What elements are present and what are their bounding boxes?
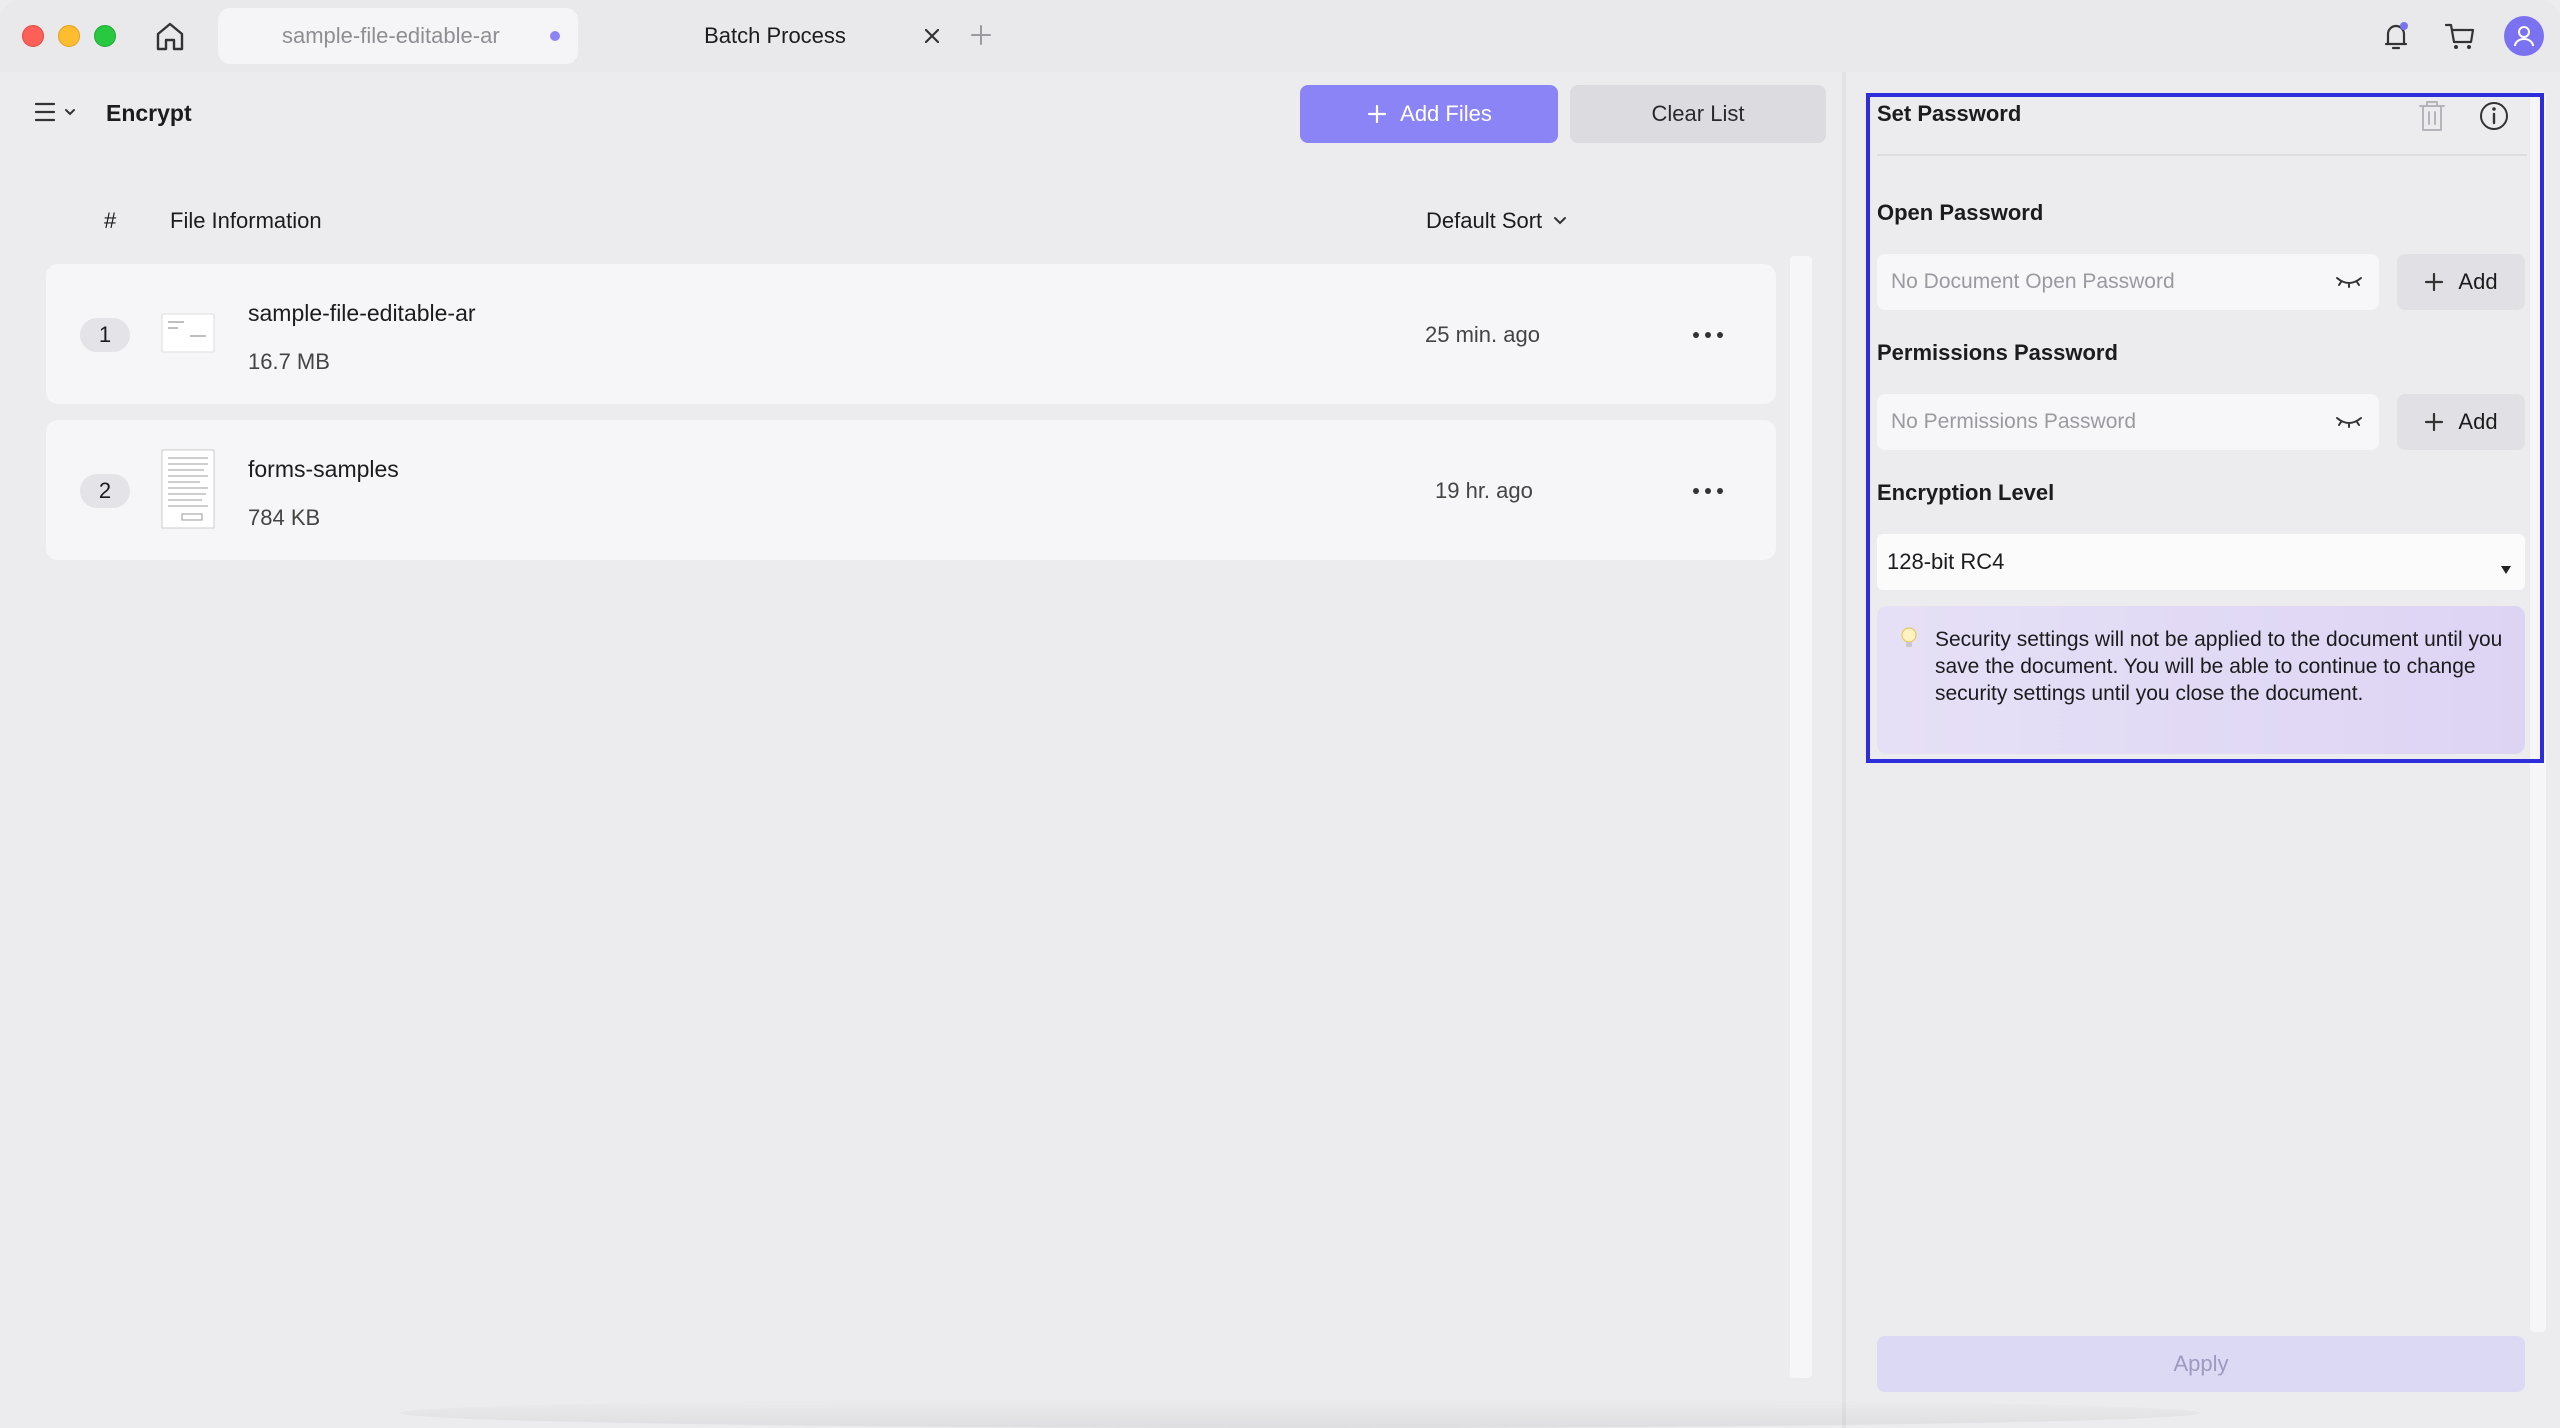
- row-number: 1: [80, 318, 130, 352]
- file-time: 25 min. ago: [1425, 322, 1540, 347]
- eye-closed-icon[interactable]: [2333, 412, 2365, 432]
- user-avatar-icon[interactable]: [2504, 16, 2544, 56]
- tab-label: Batch Process: [704, 23, 846, 48]
- file-size: 784 KB: [248, 505, 321, 530]
- sort-label: Default Sort: [1426, 208, 1543, 233]
- add-label: Add: [2458, 409, 2498, 434]
- open-password-label: Open Password: [1877, 200, 2044, 225]
- permissions-password-placeholder: No Permissions Password: [1891, 410, 2137, 433]
- apply-label: Apply: [2173, 1351, 2229, 1376]
- file-thumbnail: [160, 448, 216, 530]
- maximize-window-button[interactable]: [94, 25, 116, 47]
- column-header-number: #: [104, 208, 117, 233]
- close-window-button[interactable]: [22, 25, 44, 47]
- security-notice: Security settings will not be applied to…: [1877, 606, 2525, 754]
- home-icon[interactable]: [150, 16, 190, 56]
- encryption-level-value: 128-bit RC4: [1887, 549, 2005, 574]
- clear-list-label: Clear List: [1651, 101, 1745, 126]
- tab-batch-process[interactable]: Batch Process: [590, 8, 960, 64]
- add-files-button[interactable]: Add Files: [1300, 85, 1558, 143]
- open-password-placeholder: No Document Open Password: [1891, 270, 2175, 293]
- close-tab-icon[interactable]: [918, 22, 946, 50]
- minimize-window-button[interactable]: [58, 25, 80, 47]
- permissions-password-field[interactable]: No Permissions Password: [1877, 394, 2379, 450]
- file-time: 19 hr. ago: [1435, 478, 1533, 503]
- column-header-file-information: File Information: [170, 208, 322, 233]
- file-row[interactable]: 2 forms-samples 784 KB 19 hr. ago: [46, 420, 1776, 560]
- plus-icon: [2425, 272, 2444, 292]
- unsaved-dot-icon: [550, 31, 560, 41]
- set-password-title: Set Password: [1877, 101, 2022, 126]
- eye-closed-icon[interactable]: [2333, 272, 2365, 292]
- file-thumbnail: [160, 292, 216, 374]
- open-password-field[interactable]: No Document Open Password: [1877, 254, 2379, 310]
- notification-bell-icon[interactable]: [2376, 16, 2416, 56]
- file-name: forms-samples: [248, 456, 399, 482]
- more-options-icon[interactable]: [1686, 476, 1730, 506]
- file-list-scrollbar[interactable]: [1790, 256, 1812, 1378]
- plus-icon: [1368, 104, 1387, 124]
- lightbulb-icon: [1899, 626, 1919, 652]
- encryption-level-select[interactable]: 128-bit RC4: [1877, 534, 2525, 590]
- file-size: 16.7 MB: [248, 349, 330, 374]
- divider: [1877, 154, 2527, 156]
- sort-dropdown[interactable]: Default Sort: [1426, 208, 1568, 234]
- add-files-label: Add Files: [1400, 101, 1492, 126]
- info-icon[interactable]: [2476, 98, 2512, 134]
- title-bar: sample-file-editable-ar Batch Process: [0, 0, 2560, 72]
- add-permissions-password-button[interactable]: Add: [2397, 394, 2525, 450]
- dropdown-arrow-icon: [2499, 556, 2513, 574]
- chevron-down-icon: [1554, 217, 1567, 225]
- file-name: sample-file-editable-ar: [248, 300, 476, 326]
- menu-toggle-button[interactable]: [34, 98, 84, 130]
- file-row[interactable]: 1 sample-file-editable-ar 16.7 MB 25 min…: [46, 264, 1776, 404]
- panel-divider: [1842, 72, 1846, 1428]
- add-label: Add: [2458, 269, 2498, 294]
- more-options-icon[interactable]: [1686, 320, 1730, 350]
- new-tab-plus-icon[interactable]: [966, 20, 996, 50]
- trash-icon[interactable]: [2414, 96, 2450, 136]
- clear-list-button[interactable]: Clear List: [1570, 85, 1826, 143]
- add-open-password-button[interactable]: Add: [2397, 254, 2525, 310]
- bottom-shadow: [400, 1398, 2200, 1428]
- cart-icon[interactable]: [2440, 16, 2480, 56]
- plus-icon: [2425, 412, 2444, 432]
- permissions-password-label: Permissions Password: [1877, 340, 2118, 365]
- apply-button[interactable]: Apply: [1877, 1336, 2525, 1392]
- encryption-level-label: Encryption Level: [1877, 480, 2055, 505]
- app-window: sample-file-editable-ar Batch Process En…: [0, 0, 2560, 1428]
- row-number: 2: [80, 474, 130, 508]
- tab-sample-file[interactable]: sample-file-editable-ar: [218, 8, 578, 64]
- page-title: Encrypt: [106, 100, 192, 126]
- notice-text: Security settings will not be applied to…: [1935, 628, 2503, 705]
- tab-label: sample-file-editable-ar: [282, 23, 500, 48]
